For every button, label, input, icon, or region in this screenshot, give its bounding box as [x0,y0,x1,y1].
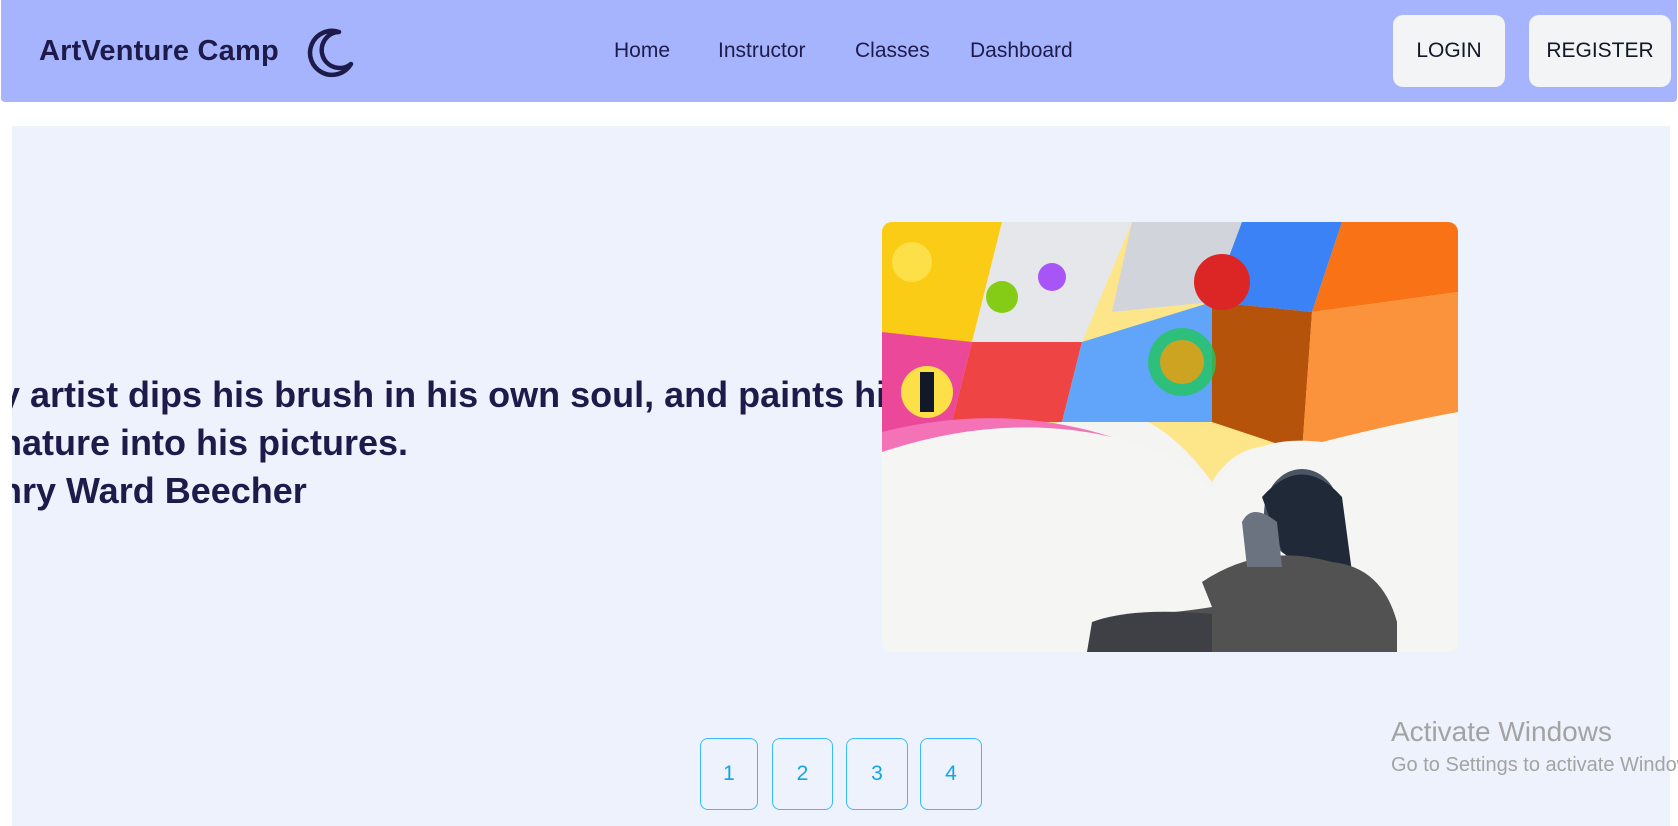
windows-activation-watermark: Activate Windows Go to Settings to activ… [1391,716,1678,777]
page-button-2[interactable]: 2 [772,738,833,810]
brand-logo[interactable]: ArtVenture Camp [39,35,279,68]
watermark-subtitle: Go to Settings to activate Windows. [1391,754,1678,776]
watermark-title: Activate Windows [1391,716,1612,747]
login-button[interactable]: LOGIN [1393,15,1505,87]
nav-link-dashboard[interactable]: Dashboard [970,39,1073,63]
nav-link-classes[interactable]: Classes [855,39,930,63]
page-button-4[interactable]: 4 [920,738,982,810]
hero-quote: y artist dips his brush in his own soul,… [12,371,907,515]
nav-link-home[interactable]: Home [614,39,670,63]
moon-icon [307,28,354,78]
child-drawing-image [882,222,1458,652]
theme-toggle-button[interactable] [301,24,357,80]
hero-image [882,222,1458,652]
quote-line: y artist dips his brush in his own soul,… [12,374,907,415]
navbar: ArtVenture Camp Home Instructor Classes … [1,0,1677,102]
page-button-3[interactable]: 3 [846,738,908,810]
quote-line: nature into his pictures. [12,422,409,463]
register-button[interactable]: REGISTER [1529,15,1671,87]
nav-link-instructor[interactable]: Instructor [718,39,806,63]
page-button-1[interactable]: 1 [700,738,758,810]
quote-line: nry Ward Beecher [12,470,307,511]
